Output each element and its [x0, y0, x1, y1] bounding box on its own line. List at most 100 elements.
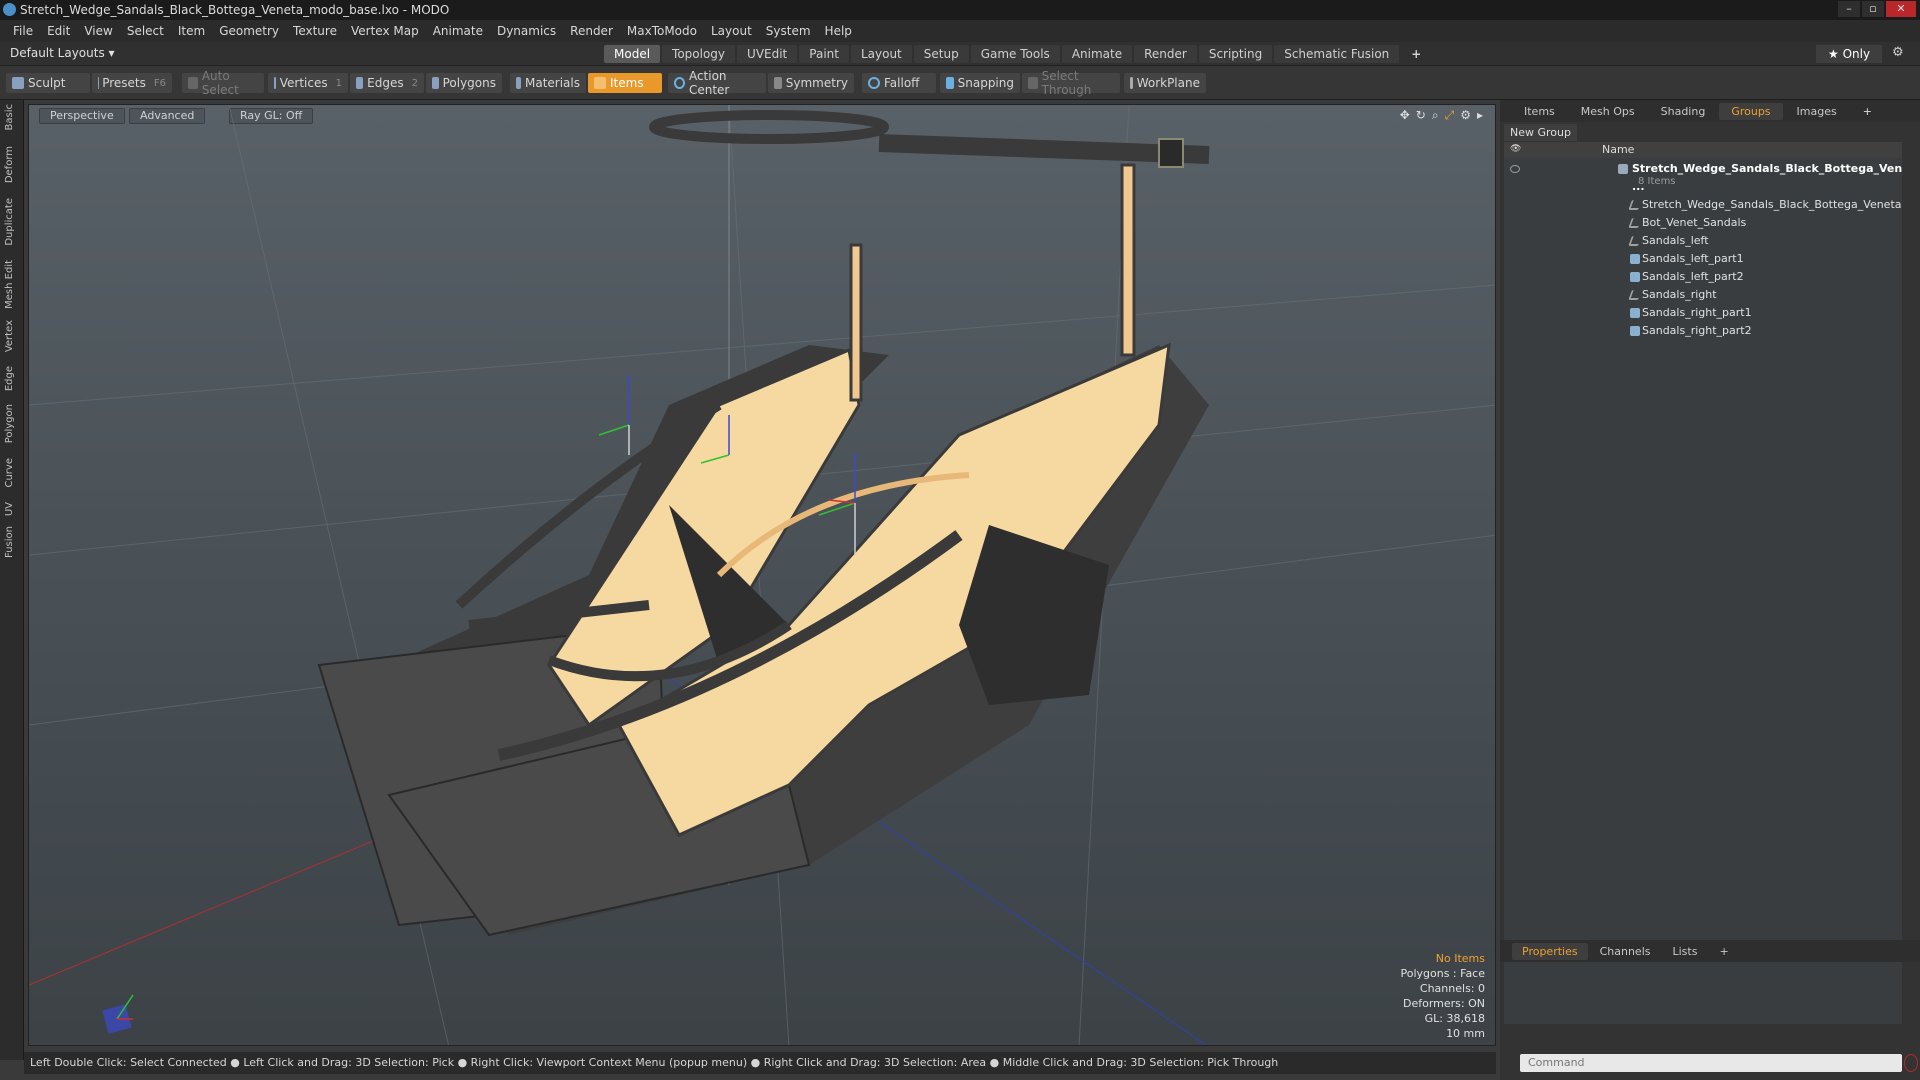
tab-mesh-ops[interactable]: Mesh Ops — [1569, 103, 1647, 120]
polygons-icon — [432, 77, 439, 89]
symmetry-button[interactable]: Symmetry — [768, 73, 854, 93]
left-tab-duplicate[interactable]: Duplicate — [4, 198, 15, 246]
mesh-icon — [1630, 254, 1640, 264]
tab-layout[interactable]: Layout — [850, 45, 912, 63]
sandals-model-render — [29, 105, 1495, 1045]
menu-geometry[interactable]: Geometry — [212, 24, 286, 38]
tab-setup[interactable]: Setup — [913, 45, 969, 63]
tab-properties[interactable]: Properties — [1512, 942, 1588, 960]
tab-render[interactable]: Render — [1134, 45, 1197, 63]
tab-shading[interactable]: Shading — [1649, 103, 1718, 120]
menu-help[interactable]: Help — [818, 24, 859, 38]
left-tab-polygon[interactable]: Polygon — [4, 404, 15, 443]
tab-uvedit[interactable]: UVEdit — [737, 45, 798, 63]
items-button[interactable]: Items — [588, 73, 662, 93]
tab-groups[interactable]: Groups — [1719, 102, 1783, 120]
group-row[interactable]: Stretch_Wedge_Sandals_Black_Bottega_Ven … — [1504, 160, 1902, 193]
menu-system[interactable]: System — [759, 24, 818, 38]
tree-item[interactable]: Sandals_right — [1504, 286, 1902, 304]
sculpt-button[interactable]: Sculpt — [6, 73, 90, 93]
tab-items[interactable]: Items — [1512, 103, 1567, 120]
tree-item[interactable]: Sandals_left_part2 — [1504, 268, 1902, 286]
close-button[interactable]: ✕ — [1886, 1, 1916, 17]
command-input[interactable]: Command — [1520, 1054, 1902, 1072]
right-sandal — [387, 134, 1210, 937]
tab-images[interactable]: Images — [1785, 103, 1849, 120]
menu-vertex-map[interactable]: Vertex Map — [344, 24, 426, 38]
menu-view[interactable]: View — [77, 24, 119, 38]
tree-item[interactable]: Sandals_left_part1 — [1504, 250, 1902, 268]
polygons-info: Polygons : Face — [1400, 967, 1485, 980]
left-tab-deform[interactable]: Deform — [4, 146, 15, 183]
action-center-button[interactable]: Action Center — [668, 69, 766, 97]
auto-select-button[interactable]: Auto Select — [182, 69, 264, 97]
tab-channels[interactable]: Channels — [1590, 943, 1661, 960]
left-tab-fusion[interactable]: Fusion — [4, 526, 15, 558]
3d-viewport[interactable]: Perspective Advanced Ray GL: Off ✥ ↻ ⌕ ⤢… — [28, 104, 1496, 1046]
item-gizmo-left — [598, 375, 630, 455]
command-history-icon[interactable] — [1904, 1054, 1918, 1072]
groups-tree: Stretch_Wedge_Sandals_Black_Bottega_Ven … — [1504, 158, 1902, 1024]
edges-button[interactable]: Edges 2 — [350, 73, 424, 93]
menu-render[interactable]: Render — [563, 24, 620, 38]
left-tab-mesh-edit[interactable]: Mesh Edit — [4, 260, 15, 309]
menu-dynamics[interactable]: Dynamics — [490, 24, 563, 38]
tree-item[interactable]: Bot_Venet_Sandals — [1504, 214, 1902, 232]
tab-topology[interactable]: Topology — [662, 45, 736, 63]
materials-button[interactable]: Materials — [510, 73, 586, 93]
menu-select[interactable]: Select — [120, 24, 171, 38]
maximize-button[interactable]: ▫ — [1862, 1, 1884, 17]
left-tab-vertex[interactable]: Vertex — [4, 320, 15, 352]
viewport-info-overlay: No Items Polygons : Face Channels: 0 Def… — [1400, 951, 1485, 1041]
left-tab-curve[interactable]: Curve — [4, 458, 15, 488]
eye-icon[interactable] — [1510, 165, 1520, 173]
menu-item[interactable]: Item — [171, 24, 212, 38]
menu-layout[interactable]: Layout — [704, 24, 759, 38]
left-tab-basic[interactable]: Basic — [4, 104, 15, 130]
menu-maxtomodo[interactable]: MaxToModo — [620, 24, 704, 38]
add-tab-button[interactable]: + — [1401, 45, 1431, 63]
select-through-button[interactable]: Select Through — [1022, 69, 1120, 97]
tree-item[interactable]: Sandals_left — [1504, 232, 1902, 250]
polygons-button[interactable]: Polygons — [426, 73, 502, 93]
left-tab-uv[interactable]: UV — [4, 502, 15, 516]
vertices-button[interactable]: Vertices 1 — [268, 73, 348, 93]
add-panel-tab-button[interactable]: + — [1851, 103, 1884, 120]
tab-model[interactable]: Model — [604, 45, 661, 63]
materials-icon — [516, 77, 521, 89]
menu-texture[interactable]: Texture — [286, 24, 344, 38]
menu-edit[interactable]: Edit — [40, 24, 77, 38]
layout-bar: Default Layouts ▾ Model Topology UVEdit … — [0, 42, 1920, 66]
workplane-button[interactable]: WorkPlane — [1124, 73, 1206, 93]
visibility-column-icon[interactable]: 👁 — [1510, 144, 1521, 154]
tab-paint[interactable]: Paint — [799, 45, 849, 63]
items-icon — [594, 77, 606, 89]
tab-animate[interactable]: Animate — [1061, 45, 1133, 63]
only-toggle[interactable]: ★ Only — [1816, 45, 1883, 63]
menu-bar: File Edit View Select Item Geometry Text… — [0, 20, 1920, 42]
select-through-icon — [1028, 77, 1038, 89]
tab-lists[interactable]: Lists — [1663, 943, 1708, 960]
menu-file[interactable]: File — [6, 24, 40, 38]
tree-item[interactable]: Sandals_right_part1 — [1504, 304, 1902, 322]
minimize-button[interactable]: – — [1838, 1, 1860, 17]
tab-schematic-fusion[interactable]: Schematic Fusion — [1274, 45, 1400, 63]
snapping-button[interactable]: Snapping — [940, 73, 1020, 93]
tree-item[interactable]: Sandals_right_part2 — [1504, 322, 1902, 340]
tab-scripting[interactable]: Scripting — [1198, 45, 1273, 63]
tree-item[interactable]: Stretch_Wedge_Sandals_Black_Bottega_Vene… — [1504, 196, 1902, 214]
workplane-icon — [1130, 77, 1133, 89]
tab-game-tools[interactable]: Game Tools — [970, 45, 1060, 63]
window-title: Stretch_Wedge_Sandals_Black_Bottega_Vene… — [20, 3, 450, 17]
default-layouts-dropdown[interactable]: Default Layouts ▾ — [10, 46, 115, 60]
name-column-header[interactable]: Name — [1602, 143, 1634, 156]
gear-icon[interactable]: ⚙ — [1892, 45, 1904, 60]
modo-app-icon — [3, 3, 16, 16]
menu-animate[interactable]: Animate — [426, 24, 490, 38]
locator-icon — [1628, 200, 1642, 210]
presets-button[interactable]: Presets F6 — [92, 73, 172, 93]
falloff-button[interactable]: Falloff — [862, 73, 936, 93]
add-bottom-tab-button[interactable]: + — [1709, 943, 1738, 960]
new-group-button[interactable]: New Group — [1504, 124, 1577, 141]
left-tab-edge[interactable]: Edge — [4, 366, 15, 391]
